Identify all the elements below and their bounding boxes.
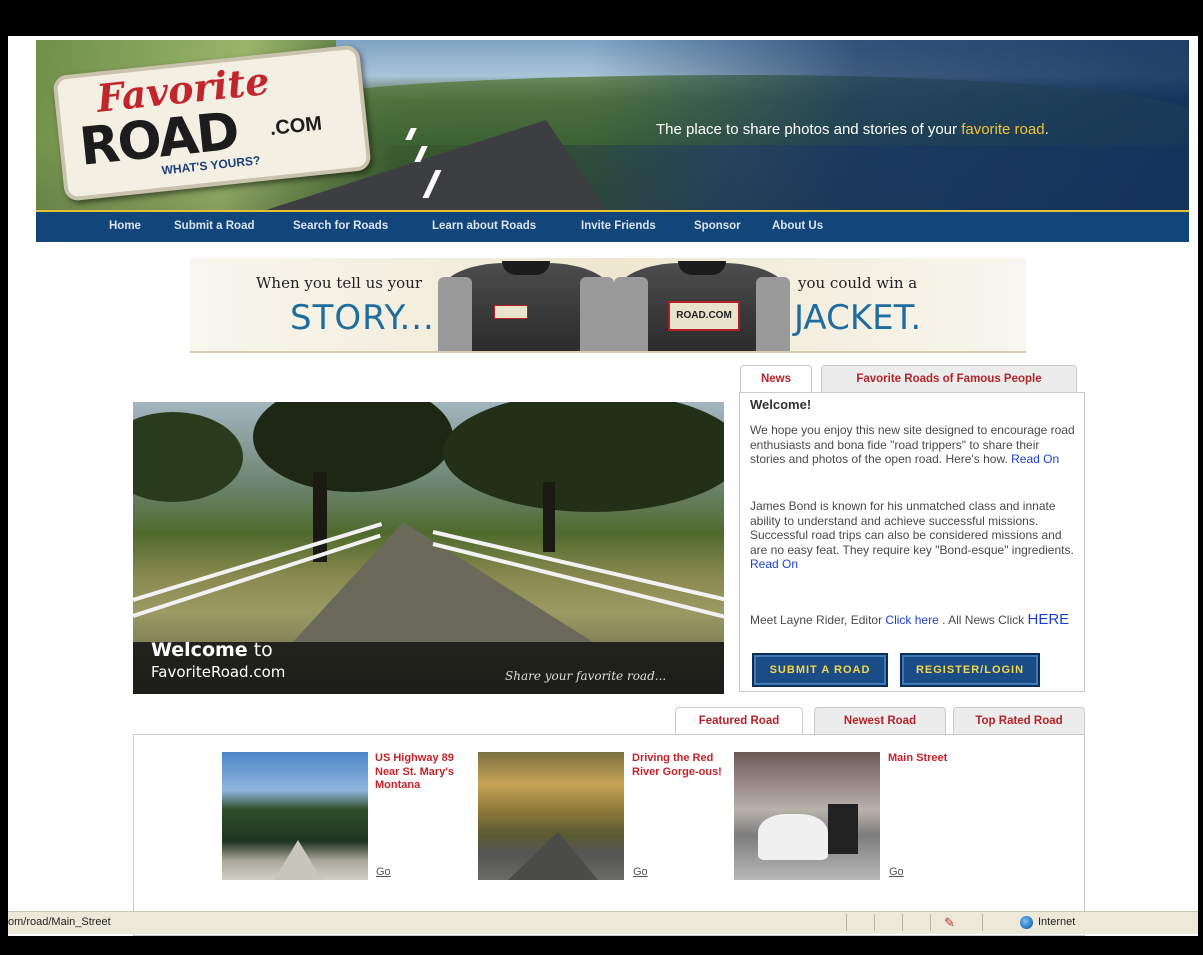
tagline-text: The place to share photos and stories of… xyxy=(656,121,962,138)
tab-famous-people[interactable]: Favorite Roads of Famous People xyxy=(821,365,1077,392)
road-thumbnail-red-river-gorge[interactable] xyxy=(478,752,624,880)
browser-status-bar: om/road/Main_Street ✎ Internet xyxy=(8,911,1198,934)
road-title-1[interactable]: US Highway 89 Near St. Mary's Montana xyxy=(375,752,465,793)
hero-image[interactable]: Welcome to FavoriteRoad.com Share your f… xyxy=(133,402,724,694)
news-paragraph-3: Meet Layne Rider, Editor Click here . Al… xyxy=(750,611,1078,628)
tab-newest-road[interactable]: Newest Road xyxy=(814,707,946,734)
jacket-sleeve xyxy=(614,277,648,351)
hero-site-name: FavoriteRoad.com xyxy=(151,663,286,681)
road-title-2[interactable]: Driving the Red River Gorge-ous! xyxy=(632,752,722,779)
jacket-back-image: ROAD.COM xyxy=(614,261,790,351)
banner-right-big: JACKET. xyxy=(794,298,922,338)
news-title: Welcome! xyxy=(750,397,812,412)
go-link-1[interactable]: Go xyxy=(376,866,391,878)
nav-home[interactable]: Home xyxy=(109,220,141,232)
status-zone: Internet xyxy=(1038,916,1076,928)
jacket-collar xyxy=(502,261,550,275)
status-separator xyxy=(846,914,847,931)
go-link-2[interactable]: Go xyxy=(633,866,648,878)
hero-welcome: Welcome to xyxy=(151,639,273,661)
all-news-here-link[interactable]: HERE xyxy=(1027,611,1069,628)
nav-about-us[interactable]: About Us xyxy=(772,220,823,232)
nav-submit-a-road[interactable]: Submit a Road xyxy=(174,220,255,232)
internet-globe-icon xyxy=(1020,916,1033,929)
road-thumbnail-main-street[interactable] xyxy=(734,752,880,880)
jacket-patch-small xyxy=(494,305,528,319)
go-link-3[interactable]: Go xyxy=(889,866,904,878)
tagline-highlight: favorite road xyxy=(961,121,1045,138)
jacket-collar xyxy=(678,261,726,275)
hero-tree xyxy=(443,402,724,512)
tab-top-rated-road[interactable]: Top Rated Road xyxy=(953,707,1085,734)
hero-tree xyxy=(253,402,453,492)
jacket-front-image xyxy=(438,261,614,351)
status-separator xyxy=(902,914,903,931)
tab-news[interactable]: News xyxy=(740,365,812,393)
news-paragraph-2: James Bond is known for his unmatched cl… xyxy=(750,499,1078,572)
register-login-button[interactable]: REGISTER/LOGIN xyxy=(900,653,1040,687)
hero-welcome-bold: Welcome xyxy=(151,639,248,661)
nav-search-for-roads[interactable]: Search for Roads xyxy=(293,220,388,232)
hero-share-text: Share your favorite road... xyxy=(505,669,667,683)
news-paragraph-1: We hope you enjoy this new site designed… xyxy=(750,423,1078,467)
read-on-link-1[interactable]: Read On xyxy=(1011,452,1059,466)
site-header: Favorite ROAD .COM WHAT'S YOURS? The pla… xyxy=(36,40,1189,210)
nav-invite-friends[interactable]: Invite Friends xyxy=(581,220,656,232)
banner-right-small: you could win a xyxy=(798,274,918,292)
banner-left-small: When you tell us your xyxy=(256,274,423,292)
jacket-promo-banner[interactable]: When you tell us your STORY... ROAD.COM … xyxy=(190,258,1026,353)
status-separator xyxy=(982,914,983,931)
news-panel: Welcome! We hope you enjoy this new site… xyxy=(739,392,1085,692)
editor-click-here-link[interactable]: Click here xyxy=(885,613,938,627)
hero-tree xyxy=(133,412,243,502)
browser-content: Favorite ROAD .COM WHAT'S YOURS? The pla… xyxy=(8,36,1198,936)
status-separator xyxy=(930,914,931,931)
tab-featured-road[interactable]: Featured Road xyxy=(675,707,803,735)
thumb-horse-shape xyxy=(758,814,828,860)
road-thumbnail-us-highway-89[interactable] xyxy=(222,752,368,880)
jacket-back-patch: ROAD.COM xyxy=(668,301,740,331)
jacket-sleeve xyxy=(756,277,790,351)
read-on-link-2[interactable]: Read On xyxy=(750,557,798,571)
news-p2-text: James Bond is known for his unmatched cl… xyxy=(750,499,1074,557)
thumb-carriage-shape xyxy=(828,804,858,854)
hero-welcome-rest: to xyxy=(247,639,273,661)
news-p3-prefix: Meet Layne Rider, Editor xyxy=(750,613,883,627)
header-tagline: The place to share photos and stories of… xyxy=(656,121,1049,138)
road-title-3[interactable]: Main Street xyxy=(888,752,978,766)
jacket-sleeve xyxy=(438,277,472,351)
popup-blocker-icon[interactable]: ✎ xyxy=(944,915,955,931)
nav-sponsor[interactable]: Sponsor xyxy=(694,220,741,232)
status-url: om/road/Main_Street xyxy=(8,916,111,928)
banner-left-big: STORY... xyxy=(290,298,435,338)
jacket-sleeve xyxy=(580,277,614,351)
news-p3-mid: . All News Click xyxy=(942,613,1025,627)
nav-learn-about-roads[interactable]: Learn about Roads xyxy=(432,220,536,232)
tagline-end: . xyxy=(1044,121,1049,138)
thumb-road-shape xyxy=(508,832,598,880)
logo-com: .COM xyxy=(268,112,324,140)
submit-a-road-button[interactable]: SUBMIT A ROAD xyxy=(752,653,888,687)
main-nav: Home Submit a Road Search for Roads Lear… xyxy=(36,210,1189,242)
hero-lane xyxy=(293,522,593,642)
thumb-road-shape xyxy=(274,840,322,880)
status-separator xyxy=(874,914,875,931)
